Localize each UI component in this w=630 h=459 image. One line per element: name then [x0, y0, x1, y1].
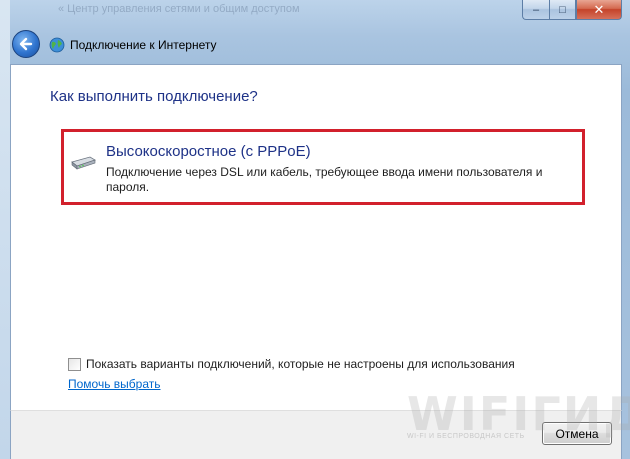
modem-icon: [71, 156, 96, 170]
cancel-button[interactable]: Отмена: [542, 422, 612, 445]
pppoe-connection-option[interactable]: Высокоскоростное (с PPPoE) Подключение ч…: [61, 129, 585, 205]
wizard-title: Подключение к Интернету: [70, 38, 217, 52]
option-title: Высокоскоростное (с PPPoE): [106, 143, 311, 160]
background-window-edge: [0, 0, 10, 459]
close-icon: ✕: [593, 1, 605, 17]
back-button[interactable]: [12, 30, 40, 58]
show-unconfigured-row: Показать варианты подключений, которые н…: [68, 357, 515, 371]
show-unconfigured-label[interactable]: Показать варианты подключений, которые н…: [86, 357, 515, 371]
help-choose-link[interactable]: Помочь выбрать: [68, 377, 161, 391]
caption-buttons: – □ ✕: [522, 0, 622, 20]
wizard-footer: Отмена: [10, 410, 622, 459]
background-breadcrumb: « Центр управления сетями и общим доступ…: [58, 3, 300, 15]
page-heading: Как выполнить подключение?: [50, 88, 258, 105]
option-description: Подключение через DSL или кабель, требую…: [106, 165, 543, 194]
minimize-button[interactable]: –: [522, 0, 549, 20]
show-unconfigured-checkbox[interactable]: [68, 357, 81, 371]
internet-globe-icon: [49, 37, 65, 53]
maximize-button[interactable]: □: [549, 0, 576, 20]
close-button[interactable]: ✕: [576, 0, 622, 20]
maximize-icon: □: [559, 3, 566, 16]
minimize-icon: –: [532, 3, 540, 16]
back-arrow-icon: [19, 37, 33, 51]
wizard-content: Как выполнить подключение? Высокоскорост…: [10, 64, 622, 410]
